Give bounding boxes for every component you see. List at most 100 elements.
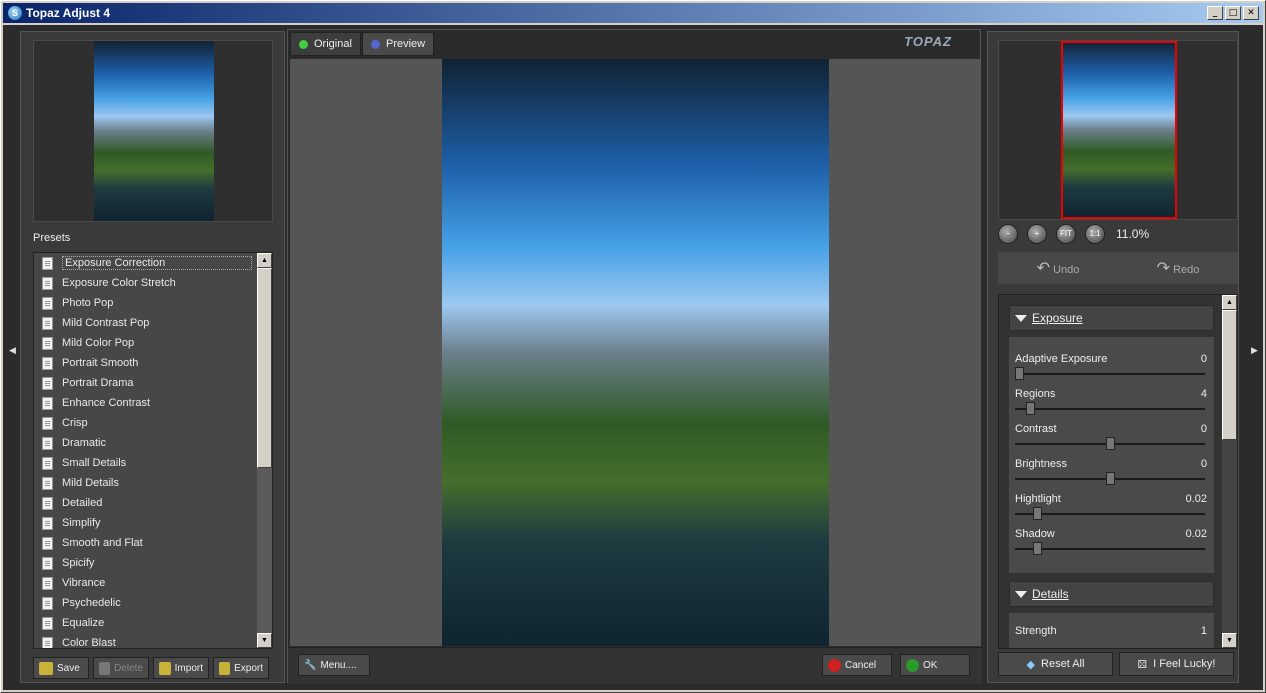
- scroll-up-icon[interactable]: ▲: [1222, 295, 1237, 310]
- slider-regions[interactable]: Regions 4: [1015, 388, 1207, 423]
- app-window: S Topaz Adjust 4 _ □ ✕ ◀ ▶ Presets Expos…: [0, 0, 1266, 693]
- zoom-actual-icon[interactable]: 1:1: [1085, 224, 1105, 244]
- preset-item[interactable]: Mild Contrast Pop: [34, 313, 272, 333]
- document-icon: [42, 636, 53, 648]
- preset-label: Detailed: [62, 497, 103, 509]
- slider-label: Brightness: [1015, 458, 1067, 470]
- import-preset-button[interactable]: Import: [153, 657, 209, 679]
- ok-button[interactable]: OK: [900, 654, 970, 676]
- topaz-logo: TOPAZ: [904, 34, 952, 49]
- maximize-button[interactable]: □: [1225, 6, 1241, 20]
- slider-knob[interactable]: [1105, 472, 1115, 485]
- menu-button[interactable]: 🔧 Menu....: [298, 654, 370, 676]
- document-icon: [42, 476, 53, 490]
- slider-knob[interactable]: [1025, 402, 1035, 415]
- document-icon: [42, 576, 53, 590]
- preset-item[interactable]: Portrait Smooth: [34, 353, 272, 373]
- cancel-icon: [828, 658, 841, 672]
- preview-canvas[interactable]: [290, 59, 980, 646]
- preset-item[interactable]: Mild Color Pop: [34, 333, 272, 353]
- slider-knob[interactable]: [1105, 437, 1115, 450]
- slider-track[interactable]: [1015, 548, 1205, 550]
- preset-label: Mild Details: [62, 477, 119, 489]
- scroll-down-icon[interactable]: ▼: [1222, 633, 1237, 648]
- redo-button[interactable]: ↷ Redo: [1157, 258, 1200, 278]
- close-button[interactable]: ✕: [1243, 6, 1259, 20]
- presets-scroll-thumb[interactable]: [257, 268, 272, 468]
- preset-label: Exposure Color Stretch: [62, 277, 176, 289]
- adjustments-scrollbar[interactable]: ▲ ▼: [1222, 295, 1237, 648]
- preset-item[interactable]: Crisp: [34, 413, 272, 433]
- slider-track[interactable]: [1015, 373, 1205, 375]
- presets-scrollbar[interactable]: ▲ ▼: [257, 253, 272, 648]
- left-thumbnail-image: [94, 41, 214, 221]
- tab-preview[interactable]: Preview: [362, 32, 435, 56]
- preset-item[interactable]: Spicify: [34, 553, 272, 573]
- strength-slider[interactable]: Strength 1: [1015, 625, 1207, 648]
- import-label: Import: [174, 662, 203, 674]
- minimize-button[interactable]: _: [1207, 6, 1223, 20]
- right-panel: − + FIT 1:1 11.0% ↶ Undo ↷ Redo Exposure…: [987, 31, 1239, 683]
- preset-item[interactable]: Portrait Drama: [34, 373, 272, 393]
- reset-icon: ◆: [1026, 658, 1036, 671]
- preset-item[interactable]: Enhance Contrast: [34, 393, 272, 413]
- undo-redo-bar: ↶ Undo ↷ Redo: [998, 252, 1238, 284]
- scroll-up-icon[interactable]: ▲: [257, 253, 272, 268]
- save-preset-button[interactable]: Save: [33, 657, 89, 679]
- zoom-fit-icon[interactable]: FIT: [1056, 224, 1076, 244]
- original-dot-icon: [299, 39, 308, 49]
- reset-all-button[interactable]: ◆ Reset All: [998, 652, 1113, 676]
- collapse-right-arrow-icon[interactable]: ▶: [1251, 345, 1258, 356]
- document-icon: [42, 316, 53, 330]
- slider-track[interactable]: [1015, 408, 1205, 410]
- slider-adaptive-exposure[interactable]: Adaptive Exposure 0: [1015, 353, 1207, 388]
- preset-item[interactable]: Exposure Correction: [34, 253, 272, 273]
- preset-label: Portrait Drama: [62, 377, 134, 389]
- trash-icon: [99, 661, 111, 675]
- preset-label: Color Blast: [62, 637, 116, 649]
- exposure-section-body: Adaptive Exposure 0 Regions 4 Contrast 0 Brigh…: [1009, 337, 1214, 573]
- preset-item[interactable]: Color Blast: [34, 633, 272, 649]
- cancel-button[interactable]: Cancel: [822, 654, 892, 676]
- slider-knob[interactable]: [1033, 542, 1043, 555]
- preset-item[interactable]: Mild Details: [34, 473, 272, 493]
- navigator-image[interactable]: [1061, 41, 1177, 219]
- slider-track[interactable]: [1015, 513, 1205, 515]
- slider-contrast[interactable]: Contrast 0: [1015, 423, 1207, 458]
- slider-knob[interactable]: [1015, 367, 1024, 380]
- preset-item[interactable]: Exposure Color Stretch: [34, 273, 272, 293]
- slider-knob[interactable]: [1033, 507, 1043, 520]
- preset-item[interactable]: Psychedelic: [34, 593, 272, 613]
- adjustments-scroll-thumb[interactable]: [1222, 310, 1237, 440]
- preset-item[interactable]: Detailed: [34, 493, 272, 513]
- preset-item[interactable]: Vibrance: [34, 573, 272, 593]
- slider-brightness[interactable]: Brightness 0: [1015, 458, 1207, 493]
- i-feel-lucky-button[interactable]: ⚄ I Feel Lucky!: [1119, 652, 1234, 676]
- wrench-icon: 🔧: [304, 659, 317, 671]
- slider-hightlight[interactable]: Hightlight 0.02: [1015, 493, 1207, 528]
- zoom-in-icon[interactable]: +: [1027, 224, 1047, 244]
- preset-item[interactable]: Dramatic: [34, 433, 272, 453]
- exposure-section-header[interactable]: Exposure: [1009, 305, 1214, 331]
- slider-label: Hightlight: [1015, 493, 1061, 505]
- preset-item[interactable]: Smooth and Flat: [34, 533, 272, 553]
- preset-item[interactable]: Equalize: [34, 613, 272, 633]
- tab-original[interactable]: Original: [290, 32, 361, 56]
- title-bar[interactable]: S Topaz Adjust 4 _ □ ✕: [3, 3, 1263, 23]
- details-section-body: Strength 1: [1009, 613, 1214, 648]
- details-section-header[interactable]: Details: [1009, 581, 1214, 607]
- preview-image[interactable]: [442, 59, 829, 646]
- preset-item[interactable]: Small Details: [34, 453, 272, 473]
- undo-button[interactable]: ↶ Undo: [1037, 258, 1080, 278]
- slider-value: 0: [1200, 423, 1207, 435]
- collapse-left-arrow-icon[interactable]: ◀: [9, 345, 16, 356]
- preset-item[interactable]: Simplify: [34, 513, 272, 533]
- slider-shadow[interactable]: Shadow 0.02: [1015, 528, 1207, 563]
- delete-preset-button[interactable]: Delete: [93, 657, 149, 679]
- scroll-down-icon[interactable]: ▼: [257, 633, 272, 648]
- export-preset-button[interactable]: Export: [213, 657, 269, 679]
- zoom-out-icon[interactable]: −: [998, 224, 1018, 244]
- redo-arrow-icon: ↷: [1156, 260, 1171, 277]
- presets-label: Presets: [33, 232, 71, 244]
- preset-item[interactable]: Photo Pop: [34, 293, 272, 313]
